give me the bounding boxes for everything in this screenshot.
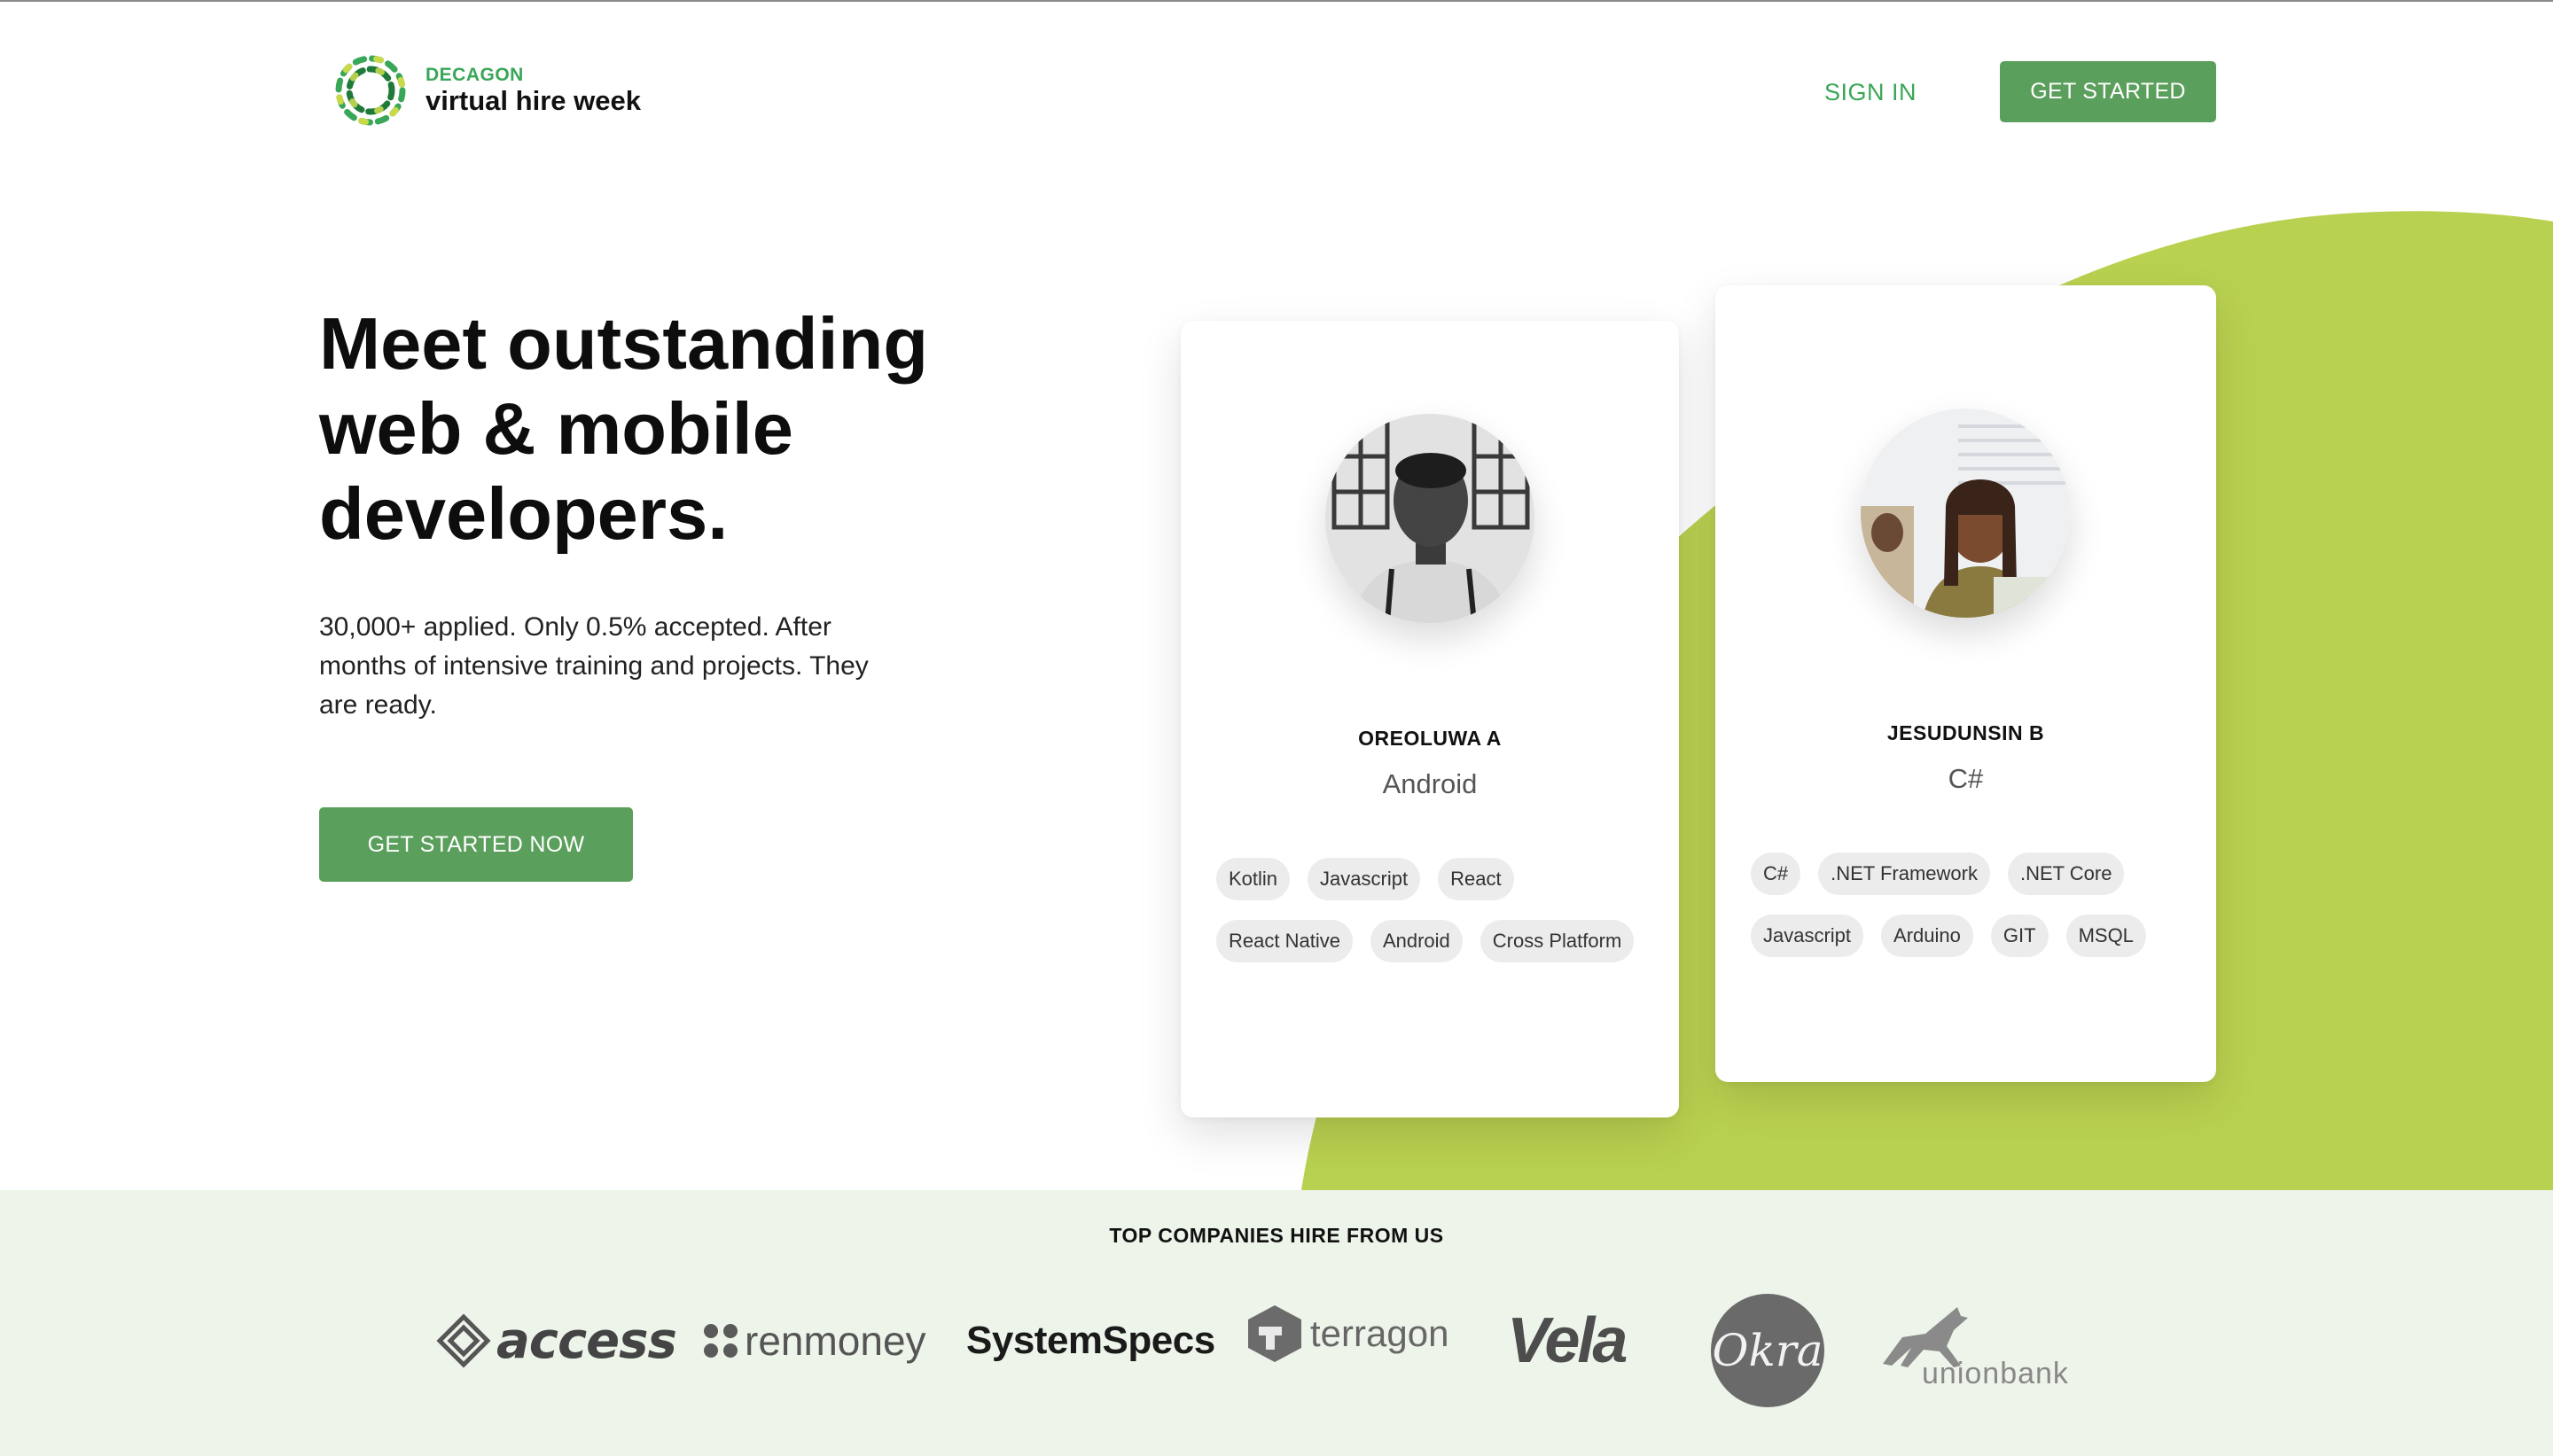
skill-tag: C#	[1751, 853, 1801, 895]
okra-logo: Okra	[1711, 1293, 1824, 1408]
hero-subtitle: 30,000+ applied. Only 0.5% accepted. Aft…	[319, 612, 869, 720]
company-name: unionbank	[1922, 1357, 2069, 1390]
skill-tags: Kotlin Javascript React React Native And…	[1216, 858, 1659, 962]
sign-in-link[interactable]: SIGN IN	[1808, 73, 1932, 112]
company-name: Vela	[1507, 1305, 1628, 1376]
skill-tags: C# .NET Framework .NET Core Javascript A…	[1751, 853, 2167, 957]
skill-tag: React	[1438, 858, 1514, 900]
skill-tag: Javascript	[1308, 858, 1421, 900]
company-name: terragon	[1310, 1312, 1449, 1354]
decagon-logo-icon	[335, 55, 406, 126]
terragon-hexagon-icon	[1248, 1305, 1301, 1362]
brand-logo[interactable]: DECAGON virtual hire week	[332, 51, 641, 129]
developer-avatar	[1861, 409, 2070, 618]
companies-title: TOP COMPANIES HIRE FROM US	[1109, 1224, 1444, 1247]
get-started-button[interactable]: GET STARTED	[2000, 61, 2216, 122]
company-logos: access renmoney SystemSpecs terragon Vel…	[0, 1279, 2553, 1429]
skill-tag: .NET Framework	[1818, 853, 1990, 895]
skill-tag: Android	[1370, 920, 1463, 962]
get-started-now-button[interactable]: GET STARTED NOW	[319, 807, 633, 882]
hero-title: Meet outstanding web & mobile developers…	[319, 302, 929, 555]
unionbank-logo: unionbank	[1876, 1300, 2069, 1398]
skill-tag: Kotlin	[1216, 858, 1291, 900]
skill-tag: .NET Core	[2007, 853, 2125, 895]
developer-avatar	[1325, 414, 1534, 623]
developer-role: C#	[1948, 763, 1984, 794]
skill-tag: Cross Platform	[1479, 920, 1635, 962]
terragon-logo: terragon	[1246, 1298, 1448, 1369]
skill-tag: Arduino	[1881, 915, 1973, 957]
access-diamond-icon	[436, 1313, 491, 1368]
developer-role: Android	[1382, 768, 1478, 799]
skill-tag: GIT	[1990, 915, 2049, 957]
access-logo: access	[436, 1305, 677, 1376]
developer-name: JESUDUNSIN B	[1886, 721, 2045, 744]
skill-tag: React Native	[1216, 920, 1353, 962]
developer-card[interactable]: JESUDUNSIN B C# C# .NET Framework .NET C…	[1715, 285, 2216, 1082]
portrait-photo-icon	[1325, 414, 1534, 623]
skill-tag: Javascript	[1751, 915, 1864, 957]
product-name: virtual hire week	[426, 85, 641, 116]
company-name: access	[496, 1312, 677, 1370]
vela-logo: Vela	[1507, 1305, 1628, 1376]
companies-section: TOP COMPANIES HIRE FROM US access renmon…	[0, 1190, 2553, 1456]
brand-name: DECAGON	[426, 65, 524, 85]
portrait-photo-icon	[1861, 409, 2070, 618]
skill-tag: MSQL	[2065, 915, 2146, 957]
renmoney-mark-icon	[704, 1324, 738, 1358]
developer-name: OREOLUWA A	[1358, 727, 1502, 750]
company-name: Okra	[1712, 1325, 1823, 1376]
renmoney-logo: renmoney	[702, 1305, 926, 1376]
site-header: DECAGON virtual hire week SIGN IN GET ST…	[0, 0, 2553, 177]
developer-card[interactable]: OREOLUWA A Android Kotlin Javascript Rea…	[1181, 321, 1679, 1117]
systemspecs-logo: SystemSpecs	[966, 1305, 1215, 1376]
company-name: SystemSpecs	[966, 1319, 1215, 1362]
company-name: renmoney	[745, 1318, 926, 1364]
